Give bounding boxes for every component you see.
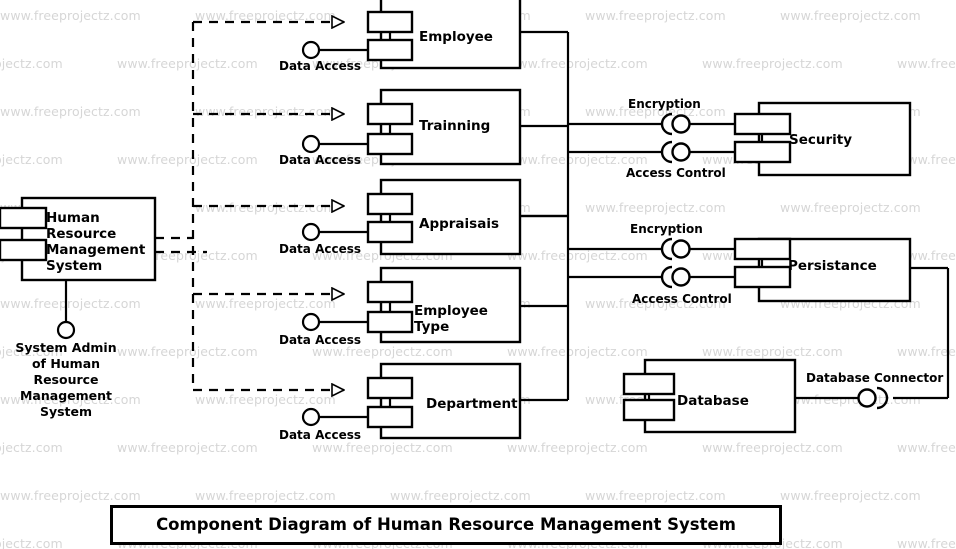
component-diagram-canvas: www.freeprojectz.com www.freeprojectz.com… [0,0,956,549]
department-data-access-label: Data Access [279,428,362,442]
component-employee-label: Employee [419,29,493,45]
system-admin-connector [56,280,76,340]
component-appraisais-label: Appraisais [419,216,499,232]
service-bus-lower [520,214,661,402]
employee-data-access-label: Data Access [279,59,362,73]
database-connector-label: Database Connector [806,371,944,385]
system-admin-label: System Admin of Human Resource Managemen… [15,340,117,419]
component-security-label: Security [789,132,853,148]
security-encryption-label: Encryption [628,97,701,111]
hrms-label: Human Resource Management System [46,210,146,274]
security-encryption-connector [660,112,735,136]
security-access-control-connector [660,140,735,164]
appraisais-data-access-lollipop [301,222,368,242]
diagram-title: Component Diagram of Human Resource Mana… [156,515,736,534]
service-bus-upper [520,30,661,218]
component-trainning-label: Trainning [419,118,491,134]
component-database-label: Database [677,393,749,409]
diagram-svg [0,0,950,440]
component-employee-type-label: Employee Type [414,303,488,335]
database-connector [795,386,889,410]
security-access-control-label: Access Control [626,166,726,180]
persistance-access-control-label: Access Control [632,292,732,306]
employee-data-access-lollipop [301,40,368,60]
employee-type-data-access-label: Data Access [279,333,362,347]
component-department-label: Department [426,396,518,412]
component-persistance-label: Persistance [788,258,877,274]
hrms-port-bottom [0,238,48,262]
trainning-data-access-lollipop [301,134,368,154]
hrms-port-top [0,206,48,230]
persistance-encryption-connector [660,237,735,261]
department-data-access-lollipop [301,407,368,427]
appraisais-data-access-label: Data Access [279,242,362,256]
diagram-title-frame: Component Diagram of Human Resource Mana… [110,505,782,545]
employee-type-data-access-lollipop [301,312,368,332]
persistance-access-control-connector [660,265,735,289]
persistance-encryption-label: Encryption [630,222,703,236]
trainning-data-access-label: Data Access [279,153,362,167]
